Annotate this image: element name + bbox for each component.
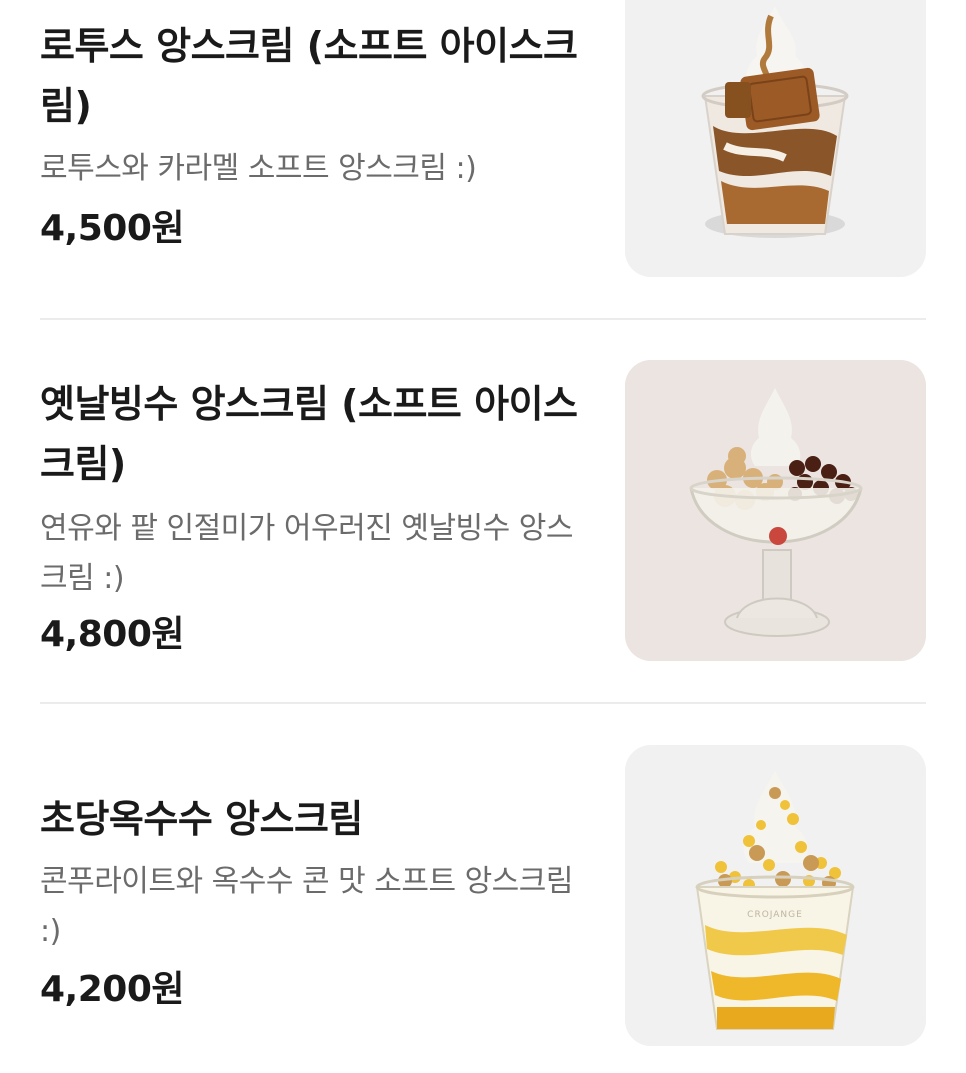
item-title: 초당옥수수 앙스크림 bbox=[40, 797, 363, 841]
corn-sundae-illustration: CROJANGE bbox=[625, 745, 926, 1046]
menu-item-corn[interactable]: 초당옥수수 앙스크림 콘푸라이트와 옥수수 콘 맛 소프트 앙스크림 :) 4,… bbox=[40, 745, 926, 1046]
divider bbox=[40, 702, 926, 704]
cup-brand-text: CROJANGE bbox=[747, 910, 803, 920]
lotus-sundae-image[interactable] bbox=[625, 0, 926, 277]
corn-sundae-image[interactable]: CROJANGE bbox=[625, 745, 926, 1046]
item-price: 4,800원 bbox=[40, 614, 185, 655]
item-description: 콘푸라이트와 옥수수 콘 맛 소프트 앙스크림 :) bbox=[40, 864, 573, 949]
item-price: 4,200원 bbox=[40, 969, 185, 1010]
divider bbox=[40, 318, 926, 320]
item-title: 로투스 앙스크림 (소프트 아이스크림) bbox=[40, 24, 578, 128]
menu-item-bingsu[interactable]: 옛날빙수 앙스크림 (소프트 아이스크림) 연유와 팥 인절미가 어우러진 옛날… bbox=[40, 360, 926, 670]
item-description: 연유와 팥 인절미가 어우러진 옛날빙수 앙스크림 :) bbox=[40, 511, 573, 596]
menu-item-lotus[interactable]: 로투스 앙스크림 (소프트 아이스크림) 로투스와 카라멜 소프트 앙스크림 :… bbox=[40, 0, 926, 300]
bingsu-sundae-illustration bbox=[625, 360, 926, 661]
lotus-sundae-illustration bbox=[625, 0, 926, 277]
item-title: 옛날빙수 앙스크림 (소프트 아이스크림) bbox=[40, 382, 578, 486]
item-description: 로투스와 카라멜 소프트 앙스크림 :) bbox=[40, 151, 477, 186]
item-price: 4,500원 bbox=[40, 208, 185, 249]
bingsu-sundae-image[interactable] bbox=[625, 360, 926, 661]
